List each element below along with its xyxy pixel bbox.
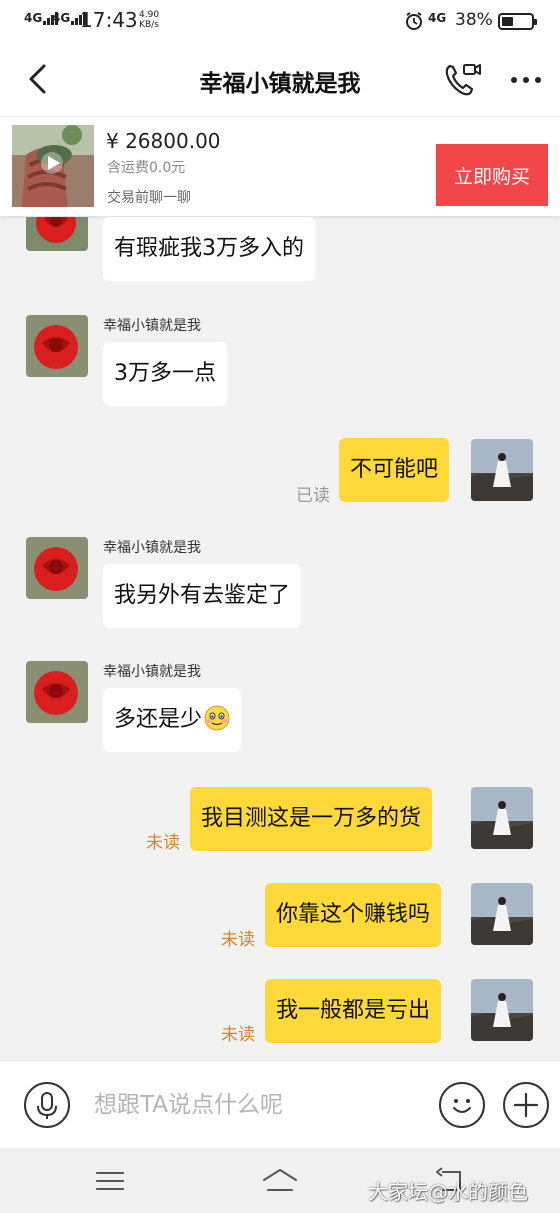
product-thumbnail[interactable]: [12, 125, 94, 207]
network-speed-value: 4.90: [139, 10, 160, 20]
avatar-seller[interactable]: [26, 537, 88, 599]
network-type-2: 4G: [52, 11, 71, 25]
avatar-self[interactable]: [471, 439, 533, 501]
message-text: 你靠这个赚钱吗: [276, 902, 431, 927]
message-text: 有瑕疵我3万多入的: [114, 236, 304, 261]
read-status: 未读: [221, 1025, 255, 1045]
watermark: 大家坛@水的颜色: [368, 1180, 528, 1204]
network-type-3: 4G: [428, 11, 447, 25]
message-input-bar: [0, 1060, 560, 1148]
voice-input-button[interactable]: [24, 1082, 70, 1128]
avatar-self[interactable]: [471, 883, 533, 945]
avatar-self[interactable]: [471, 787, 533, 849]
emoji-button[interactable]: [439, 1082, 485, 1128]
network-speed-unit: KB/s: [139, 20, 159, 30]
plus-icon: [513, 1092, 539, 1118]
read-status: 未读: [221, 930, 255, 950]
message-text: 3万多一点: [114, 361, 216, 386]
status-bar: 4G 4G 17:43 4.90 KB/s 4G 38%: [0, 0, 560, 44]
message-text: 不可能吧: [350, 457, 439, 482]
avatar-seller[interactable]: [26, 661, 88, 723]
more-icon[interactable]: [506, 66, 546, 94]
battery-level: [502, 17, 513, 26]
product-card[interactable]: ¥ 26800.00 含运费0.0元 交易前聊一聊 立即购买: [0, 116, 560, 216]
message-input[interactable]: [94, 1087, 414, 1123]
message-text: 我另外有去鉴定了: [114, 583, 291, 608]
more-options-button[interactable]: [503, 1082, 549, 1128]
message-bubble[interactable]: 我另外有去鉴定了: [103, 564, 302, 628]
clock: 17:43: [80, 8, 138, 32]
chat-header: 幸福小镇就是我: [0, 44, 560, 116]
message-bubble[interactable]: 有瑕疵我3万多入的: [103, 217, 315, 281]
microphone-icon: [37, 1092, 57, 1119]
buy-now-button[interactable]: 立即购买: [436, 144, 548, 206]
message-bubble[interactable]: 你靠这个赚钱吗: [265, 883, 442, 947]
read-status: 已读: [296, 486, 330, 506]
message-bubble[interactable]: 多还是少: [103, 688, 242, 752]
video-call-icon[interactable]: [442, 60, 482, 100]
avatar-seller[interactable]: [26, 217, 88, 251]
message-text: 我目测这是一万多的货: [201, 806, 422, 831]
battery-icon: [498, 13, 537, 30]
message-bubble[interactable]: 我目测这是一万多的货: [190, 787, 433, 851]
menu-icon[interactable]: [92, 1166, 128, 1196]
product-video-thumbnail-icon: [12, 125, 94, 207]
smile-emoji-icon: [204, 705, 230, 731]
chat-hint: 交易前聊一聊: [107, 190, 191, 206]
battery-percent: 38%: [455, 10, 493, 30]
message-bubble[interactable]: 3万多一点: [103, 342, 227, 406]
network-type-1: 4G: [24, 11, 43, 25]
home-icon[interactable]: [260, 1164, 300, 1198]
message-text: 多还是少: [114, 707, 203, 732]
sender-name: 幸福小镇就是我: [103, 318, 201, 334]
system-navigation-bar: 大家坛@水的颜色: [0, 1148, 560, 1213]
message-bubble[interactable]: 不可能吧: [339, 438, 450, 502]
shipping-fee: 含运费0.0元: [107, 160, 186, 176]
message-text: 我一般都是亏出: [276, 998, 431, 1023]
message-bubble[interactable]: 我一般都是亏出: [265, 979, 442, 1043]
sender-name: 幸福小镇就是我: [103, 664, 201, 680]
read-status: 未读: [146, 833, 180, 853]
avatar-seller[interactable]: [26, 315, 88, 377]
message-list[interactable]: 有瑕疵我3万多入的 幸福小镇就是我 3万多一点 已读 不可能吧 幸福小镇就是我 …: [0, 217, 560, 1060]
alarm-icon: [406, 12, 422, 30]
smiley-icon: [453, 1099, 471, 1113]
product-price: ¥ 26800.00: [106, 129, 221, 153]
network-speed: 4.90 KB/s: [139, 10, 159, 30]
avatar-self[interactable]: [471, 979, 533, 1041]
sender-name: 幸福小镇就是我: [103, 540, 201, 556]
